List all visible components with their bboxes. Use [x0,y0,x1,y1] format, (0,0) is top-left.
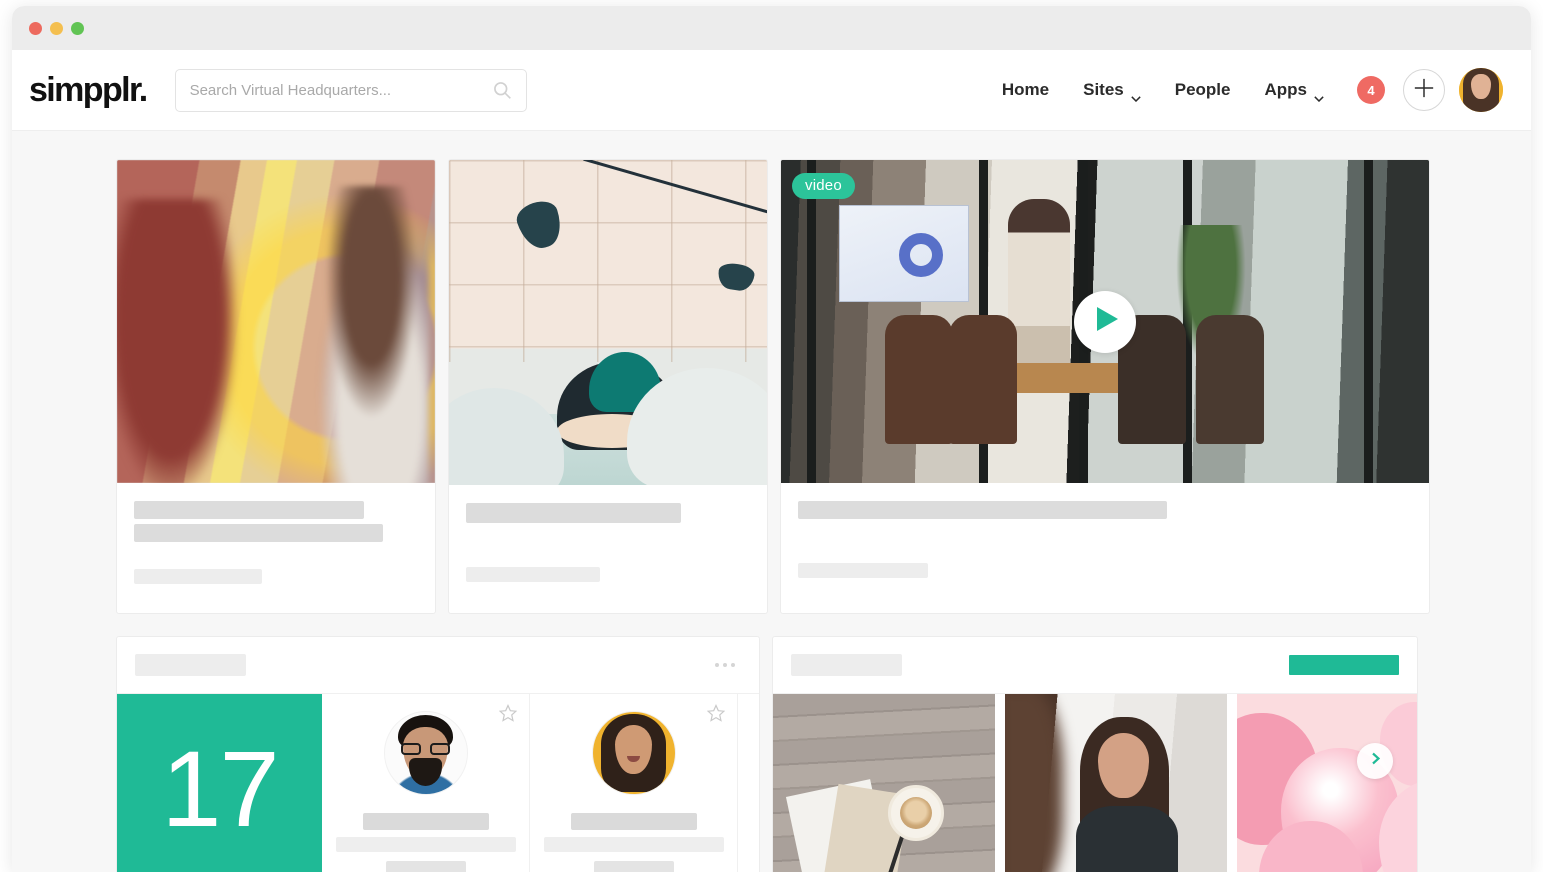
star-outline-icon[interactable] [498,704,518,722]
chevron-right-icon [1369,752,1382,770]
feed-card-video-thumbnail[interactable]: video [781,160,1429,483]
avatar [383,711,468,795]
nav-item-sites-label: Sites [1083,80,1124,99]
primary-action-button[interactable] [1289,655,1399,675]
calendar-day-tile: 17 [117,694,322,872]
skeleton-title-line [466,503,681,523]
feed-card-row: video [12,159,1531,614]
gallery-next-button[interactable] [1357,743,1393,779]
skeleton-name-line [570,813,697,830]
feed-card-people-talking[interactable] [116,159,436,614]
search-icon [492,80,512,100]
star-outline-icon[interactable] [706,704,726,722]
close-window-button[interactable] [29,21,42,35]
widget-header [773,637,1417,694]
traffic-light-controls [29,21,84,35]
plus-icon [1413,77,1435,104]
nav-item-home[interactable]: Home [985,80,1066,100]
skeleton-title-line [134,501,364,519]
nav-item-apps-label: Apps [1264,80,1308,99]
more-options-icon[interactable] [709,657,741,673]
chevron-down-icon [1131,87,1141,103]
skeleton-widget-title [135,654,246,676]
play-button[interactable] [1074,290,1136,353]
person-card-partial[interactable] [738,694,759,872]
browser-window: simpplr. Home Sites People [12,6,1531,872]
person-card[interactable] [530,694,738,872]
page-content: video 17 [12,131,1531,872]
avatar-image [1459,68,1503,112]
chevron-down-icon [1314,87,1324,103]
feed-card-office-lounge[interactable] [448,159,768,614]
play-icon [1091,306,1119,337]
widget-row: 17 [12,636,1531,872]
person-card[interactable] [322,694,530,872]
nav-item-apps[interactable]: Apps [1248,80,1342,103]
skeleton-meta-line [134,569,262,584]
minimize-window-button[interactable] [50,21,63,35]
gallery-tile-desk[interactable] [773,694,995,872]
nav-item-home-label: Home [1001,80,1050,99]
skeleton-meta-line [798,563,928,578]
search-input[interactable] [189,81,492,99]
skeleton-name-line [362,813,489,830]
maximize-window-button[interactable] [71,21,84,35]
skeleton-detail-line [335,837,516,852]
skeleton-detail-line [543,837,724,852]
widget-header [117,637,759,694]
nav-item-sites[interactable]: Sites [1066,80,1158,103]
search-bar[interactable] [174,68,527,112]
widget-gallery [772,636,1418,872]
window-titlebar [12,6,1531,50]
create-new-button[interactable] [1403,69,1445,111]
gallery-tile-woman[interactable] [1005,694,1227,872]
feed-card-body [117,483,435,584]
skeleton-meta-line [466,567,600,582]
gallery-tiles [773,694,1417,872]
user-avatar[interactable] [1459,68,1503,112]
video-badge: video [792,173,855,199]
feed-card-body [449,485,767,582]
skeleton-meta-line [593,861,674,872]
gallery-tile-balloons[interactable] [1237,694,1417,872]
nav-item-people[interactable]: People [1158,80,1248,100]
nav-right-group: Home Sites People Apps 4 [985,68,1503,112]
notification-badge[interactable]: 4 [1357,76,1385,104]
skeleton-title-line [798,501,1167,519]
skeleton-widget-title [791,654,902,676]
simpplr-logo[interactable]: simpplr. [29,71,148,110]
widget-events: 17 [116,636,760,872]
skeleton-meta-line [385,861,466,872]
nav-item-people-label: People [1174,80,1231,99]
top-navigation-bar: simpplr. Home Sites People [12,50,1531,131]
feed-card-image [449,160,767,485]
feed-card-body [781,483,1429,578]
feed-card-image [117,160,435,483]
skeleton-title-line [134,524,383,542]
widget-body: 17 [117,694,759,872]
feed-card-meeting-video[interactable]: video [780,159,1430,614]
avatar [591,711,676,795]
